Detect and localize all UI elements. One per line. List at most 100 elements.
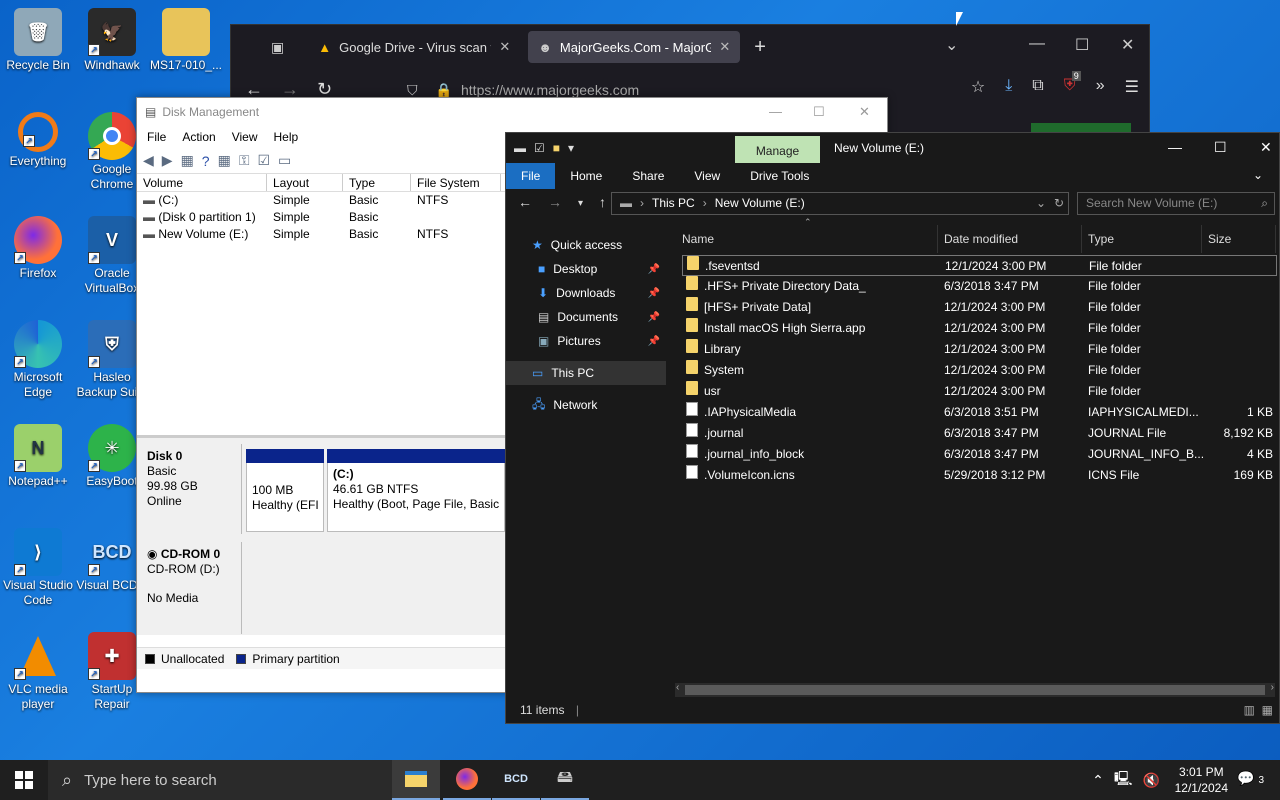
large-icons-view-icon[interactable]: ▦	[1262, 697, 1273, 723]
list-item[interactable]: Install macOS High Sierra.app 12/1/2024 3…	[682, 318, 1277, 339]
nav-this-pc[interactable]: ▭ This PC	[506, 361, 666, 385]
properties-icon[interactable]: ☑	[534, 141, 545, 155]
list-item[interactable]: .HFS+ Private Directory Data_ 6/3/2018 3:…	[682, 276, 1277, 297]
list-item[interactable]: .IAPhysicalMedia 6/3/2018 3:51 PM IAPHYSIC…	[682, 402, 1277, 423]
properties-icon[interactable]: ▦	[181, 152, 194, 169]
pin-icon[interactable]: 📌	[648, 312, 660, 323]
desktop-icon-ms17[interactable]: MS17-010_...	[148, 8, 224, 73]
volume-muted-icon[interactable]: 🔇	[1143, 772, 1160, 789]
tab-overview-icon[interactable]: ▣	[271, 39, 284, 56]
ublock-icon[interactable]: ⛨ 9	[1064, 71, 1081, 97]
tab-home[interactable]: Home	[555, 163, 617, 189]
list-tabs-icon[interactable]: ⌄	[945, 35, 958, 55]
refresh-icon[interactable]: ↻	[1054, 193, 1064, 214]
list-item[interactable]: [HFS+ Private Data] 12/1/2024 3:00 PM File…	[682, 297, 1277, 318]
pin-icon[interactable]: 📌	[648, 288, 660, 299]
help-icon[interactable]: ?	[202, 153, 210, 169]
taskbar-firefox[interactable]	[443, 760, 491, 800]
tab-close-icon[interactable]: ✕	[719, 39, 730, 55]
col-type[interactable]: Type	[343, 174, 411, 191]
breadcrumb-this-pc[interactable]: This PC	[652, 193, 695, 214]
notification-center-button[interactable]: 💬 3	[1237, 770, 1264, 787]
expand-ribbon-icon[interactable]: ⌄	[1253, 168, 1263, 182]
col-layout[interactable]: Layout	[267, 174, 343, 191]
list-item[interactable]: .VolumeIcon.icns 5/29/2018 3:12 PM ICNS Fi…	[682, 465, 1277, 486]
tab-close-icon[interactable]: ✕	[499, 39, 510, 55]
start-button[interactable]	[0, 760, 48, 800]
close-icon[interactable]: ✕	[1260, 139, 1272, 156]
scrollbar-thumb[interactable]	[685, 685, 1265, 695]
key-icon[interactable]: ⚿	[239, 152, 250, 169]
col-size[interactable]: Size	[1202, 225, 1276, 253]
menu-help[interactable]: Help	[274, 130, 299, 144]
view-icon[interactable]: ▦	[218, 152, 231, 169]
desktop-icon-everything[interactable]: ↗ Everything	[0, 112, 76, 169]
bookmark-star-icon[interactable]: ☆	[971, 77, 985, 97]
maximize-icon[interactable]: ☐	[1075, 35, 1089, 55]
list-icon[interactable]: ▭	[278, 152, 291, 169]
tab-majorgeeks[interactable]: ☻ MajorGeeks.Com - MajorGeeks ✕	[528, 31, 741, 63]
partition-c[interactable]: (C:) 46.61 GB NTFS Healthy (Boot, Page F…	[327, 449, 505, 532]
pin-icon[interactable]: 📌	[648, 264, 660, 275]
close-icon[interactable]: ✕	[859, 104, 870, 120]
disk-0-label[interactable]: Disk 0 Basic 99.98 GB Online	[139, 444, 242, 534]
check-icon[interactable]: ☑	[257, 152, 270, 169]
tab-manage[interactable]: Manage	[735, 136, 820, 163]
minimize-icon[interactable]: —	[1029, 35, 1045, 53]
nav-network[interactable]: 🖧 Network	[506, 393, 666, 417]
partition-efi[interactable]: 100 MB Healthy (EFI	[246, 449, 324, 532]
desktop-icon-windhawk[interactable]: 🦅 ↗ Windhawk	[74, 8, 150, 73]
forward-icon[interactable]: ▶	[162, 152, 173, 169]
col-filesystem[interactable]: File System	[411, 174, 501, 191]
back-icon[interactable]: ←	[518, 194, 532, 214]
address-dropdown-icon[interactable]: ⌄	[1036, 193, 1046, 214]
pin-icon[interactable]: 📌	[648, 336, 660, 347]
scroll-left-icon[interactable]: ‹	[676, 682, 679, 693]
nav-documents[interactable]: ▤ Documents 📌	[506, 305, 666, 329]
desktop-icon-vscode[interactable]: ⟩ ↗ Visual Studio Code	[0, 528, 76, 608]
list-item[interactable]: Library 12/1/2024 3:00 PM File folder	[682, 339, 1277, 360]
col-date-modified[interactable]: Date modified	[938, 225, 1082, 253]
desktop-icon-firefox[interactable]: ↗ Firefox	[0, 216, 76, 281]
taskbar-search[interactable]: ⌕ Type here to search	[48, 760, 392, 800]
taskbar-visual-bcd[interactable]: BCD	[492, 760, 540, 800]
new-tab-button[interactable]: +	[754, 36, 766, 59]
col-volume[interactable]: Volume	[137, 174, 267, 191]
nav-quick-access[interactable]: ★ Quick access	[506, 233, 666, 257]
nav-pictures[interactable]: ▣ Pictures 📌	[506, 329, 666, 353]
extensions-icon[interactable]: ⧉	[1032, 77, 1043, 97]
more-tools-icon[interactable]: »	[1096, 77, 1105, 97]
list-item[interactable]: usr 12/1/2024 3:00 PM File folder	[682, 381, 1277, 402]
menu-icon[interactable]: ☰	[1125, 77, 1139, 97]
maximize-icon[interactable]: ☐	[1214, 139, 1227, 156]
cdrom-0-label[interactable]: ◉ CD-ROM 0 CD-ROM (D:) No Media	[139, 542, 242, 634]
clock[interactable]: 3:01 PM 12/1/2024	[1175, 764, 1228, 796]
downloads-icon[interactable]: ⤓	[1005, 77, 1012, 97]
taskbar-file-explorer[interactable]	[392, 760, 440, 800]
list-item[interactable]: .journal 6/3/2018 3:47 PM JOURNAL File 8,19…	[682, 423, 1277, 444]
search-input[interactable]: Search New Volume (E:) ⌕	[1077, 192, 1275, 215]
recent-chevron-icon[interactable]: ▾	[578, 194, 583, 214]
details-view-icon[interactable]: ▥	[1244, 697, 1255, 723]
desktop-icon-notepadpp[interactable]: N ↗ Notepad++	[0, 424, 76, 489]
close-icon[interactable]: ✕	[1121, 35, 1134, 55]
maximize-icon[interactable]: ☐	[813, 104, 825, 120]
network-icon[interactable]: 🖳	[1114, 768, 1133, 792]
breadcrumb-new-volume[interactable]: New Volume (E:)	[715, 193, 805, 214]
tab-drive-tools[interactable]: Drive Tools	[735, 163, 824, 189]
minimize-icon[interactable]: —	[769, 104, 782, 119]
col-name[interactable]: Name	[666, 225, 938, 253]
tab-google-drive[interactable]: ▲ Google Drive - Virus scan warni ✕	[308, 31, 520, 63]
menu-file[interactable]: File	[147, 130, 166, 144]
menu-action[interactable]: Action	[182, 130, 215, 144]
new-folder-icon[interactable]: ■	[553, 141, 560, 155]
up-icon[interactable]: ↑	[599, 194, 606, 214]
nav-desktop[interactable]: ■ Desktop 📌	[506, 257, 666, 281]
col-type[interactable]: Type	[1082, 225, 1202, 253]
back-icon[interactable]: ◀	[143, 152, 154, 169]
taskbar-disk-management[interactable]: 🖴	[541, 760, 589, 800]
horizontal-scrollbar[interactable]: ‹ ›	[675, 682, 1275, 697]
list-item[interactable]: .fseventsd 12/1/2024 3:00 PM File folder	[682, 255, 1277, 276]
nav-downloads[interactable]: ⬇ Downloads 📌	[506, 281, 666, 305]
menu-view[interactable]: View	[232, 130, 258, 144]
